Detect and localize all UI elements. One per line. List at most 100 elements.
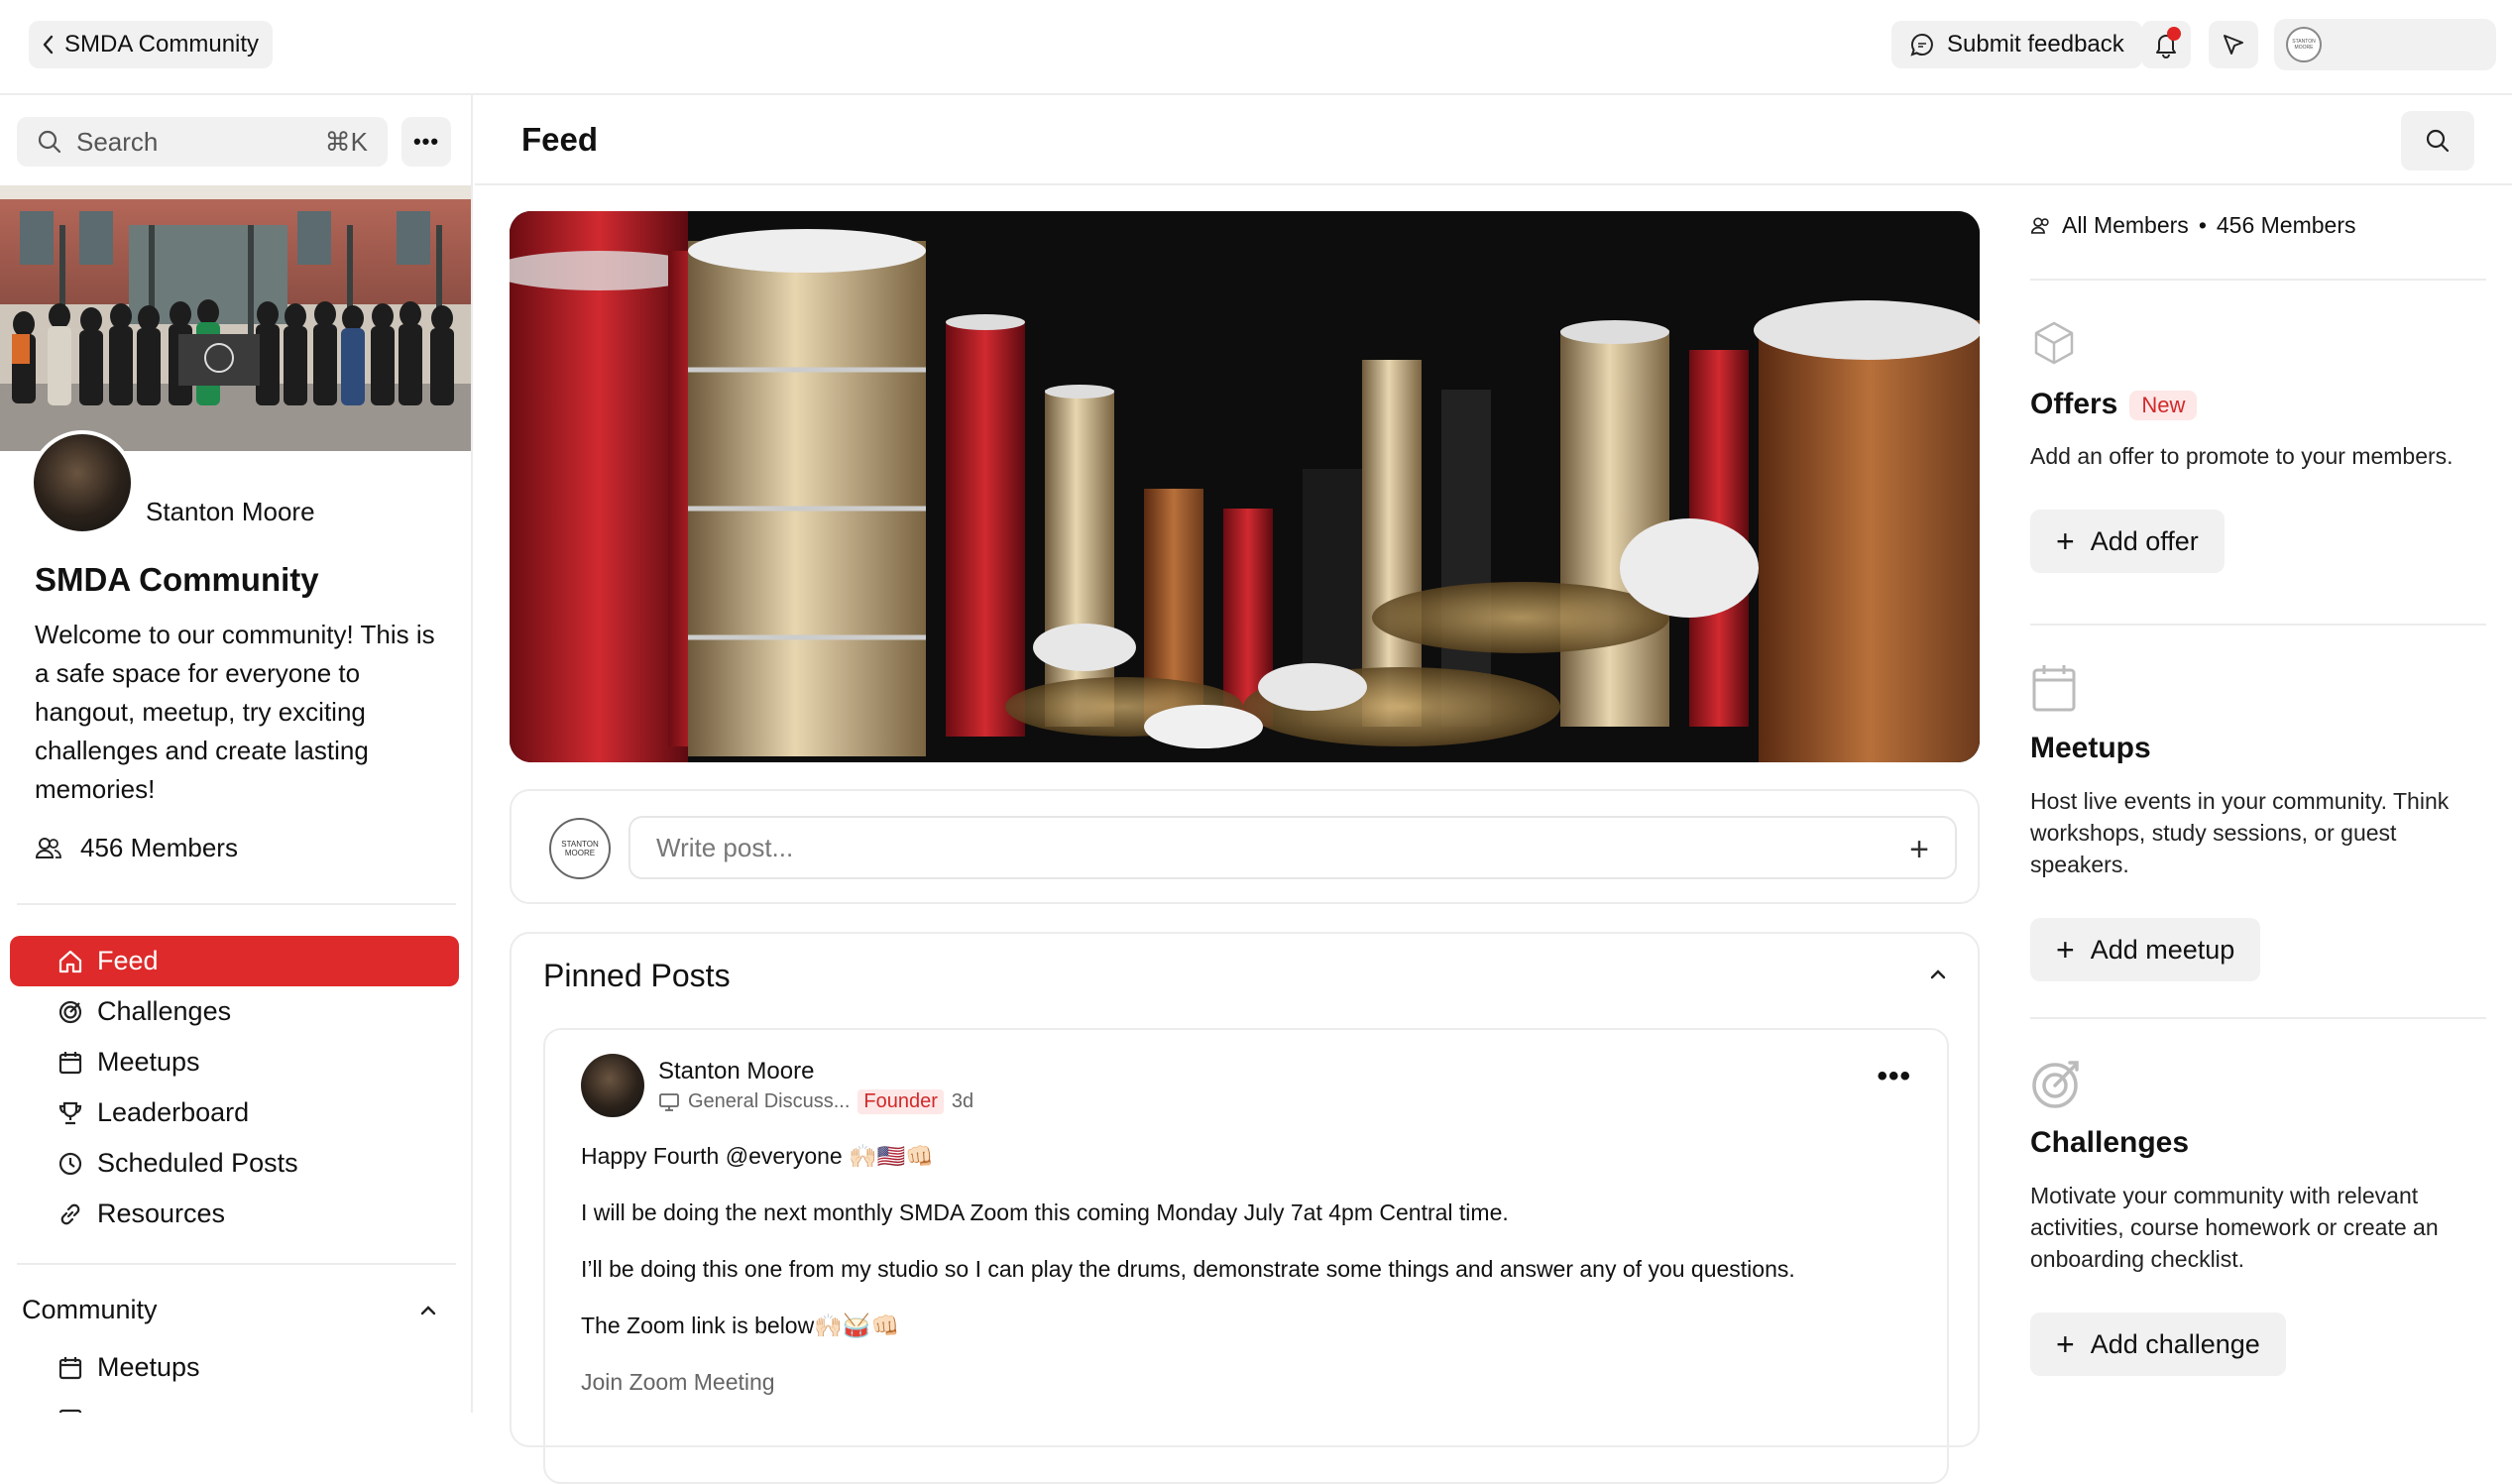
members-count[interactable]: 456 Members xyxy=(35,833,238,863)
sidebar-item-label: Leaderboard xyxy=(97,1097,250,1127)
search-input[interactable]: Search ⌘K xyxy=(17,117,388,167)
challenges-title: Challenges xyxy=(2030,1126,2190,1159)
add-offer-button[interactable]: + Add offer xyxy=(2030,510,2225,573)
notifications-button[interactable] xyxy=(2141,21,2191,68)
offers-title: Offers New xyxy=(2030,388,2198,421)
sidebar-item-community-meetups[interactable]: Meetups xyxy=(10,1342,459,1393)
write-post-input[interactable]: Write post... + xyxy=(628,816,1957,879)
post-time: 3d xyxy=(951,1090,974,1112)
members-count-label: 456 Members xyxy=(2216,212,2356,238)
back-label: SMDA Community xyxy=(64,31,260,57)
add-meetup-button[interactable]: + Add meetup xyxy=(2030,918,2261,981)
sidebar-item-resources[interactable]: Resources xyxy=(10,1189,459,1239)
plus-icon: + xyxy=(2056,523,2075,559)
chevron-up-icon[interactable] xyxy=(1928,968,1948,981)
calendar-icon xyxy=(58,1409,82,1413)
user-menu-button[interactable]: STANTON MOORE xyxy=(2274,19,2496,70)
community-section-label: Community xyxy=(22,1295,158,1324)
separator-dot: • xyxy=(2198,212,2207,238)
chevron-left-icon xyxy=(43,35,54,55)
divider xyxy=(2030,279,2486,281)
page-title: Feed xyxy=(521,121,599,158)
owner-name: Stanton Moore xyxy=(146,497,315,526)
plus-icon: + xyxy=(2056,1326,2075,1362)
all-members-link[interactable]: All Members • 456 Members xyxy=(2030,212,2356,239)
plus-icon: + xyxy=(2056,932,2075,968)
community-section-toggle[interactable]: Community xyxy=(22,1295,438,1325)
trophy-icon xyxy=(58,1101,82,1125)
plus-icon[interactable]: + xyxy=(1909,831,1929,869)
more-options-button[interactable]: ••• xyxy=(401,117,451,167)
join-zoom-link[interactable]: Join Zoom Meeting xyxy=(581,1367,1919,1397)
search-shortcut: ⌘K xyxy=(324,126,368,157)
search-icon xyxy=(2426,129,2450,153)
users-icon xyxy=(2030,216,2049,234)
sidebar-item-partial[interactable] xyxy=(10,1393,459,1413)
sidebar-item-meetups[interactable]: Meetups xyxy=(10,1037,459,1087)
sidebar-item-label: Challenges xyxy=(97,996,232,1026)
target-icon xyxy=(58,1000,82,1024)
pinned-post[interactable]: Stanton Moore General Discuss... Founder… xyxy=(543,1028,1949,1484)
feed-search-button[interactable] xyxy=(2401,111,2474,171)
monitor-icon xyxy=(659,1092,679,1111)
sidebar-item-label: Resources xyxy=(97,1199,226,1228)
post-body: Happy Fourth @everyone 🙌🏻🇺🇸👊🏻 I will be … xyxy=(581,1141,1919,1424)
author-avatar[interactable] xyxy=(581,1054,644,1117)
feedback-label: Submit feedback xyxy=(1947,31,2124,57)
sidebar-item-feed[interactable]: Feed xyxy=(10,936,459,986)
write-post-placeholder: Write post... xyxy=(656,832,794,862)
offers-title-text: Offers xyxy=(2030,388,2118,420)
add-challenge-label: Add challenge xyxy=(2090,1328,2260,1359)
main-header xyxy=(475,95,2512,185)
community-title: SMDA Community xyxy=(35,561,319,598)
divider xyxy=(17,1263,456,1265)
pinned-posts-title: Pinned Posts xyxy=(543,958,731,993)
post-line: I will be doing the next monthly SMDA Zo… xyxy=(581,1199,1509,1225)
meetups-title: Meetups xyxy=(2030,732,2151,764)
post-line: Happy Fourth @everyone 🙌🏻🇺🇸👊🏻 xyxy=(581,1143,935,1169)
members-label: 456 Members xyxy=(80,833,238,862)
sidebar-item-label: Meetups xyxy=(97,1047,200,1077)
box-icon xyxy=(2034,321,2074,365)
community-cover-image xyxy=(0,185,471,451)
divider xyxy=(2030,624,2486,626)
search-placeholder: Search xyxy=(76,126,159,157)
calendar-icon xyxy=(58,1357,82,1380)
ellipsis-icon: ••• xyxy=(412,129,440,154)
clock-icon xyxy=(58,1152,82,1176)
calendar-icon xyxy=(2032,665,2076,712)
message-icon xyxy=(1910,33,1933,57)
add-challenge-button[interactable]: + Add challenge xyxy=(2030,1313,2286,1376)
pointer-tool-button[interactable] xyxy=(2209,21,2258,68)
post-composer: STANTON MOORE Write post... + xyxy=(510,789,1980,904)
new-badge: New xyxy=(2129,391,2198,421)
submit-feedback-button[interactable]: Submit feedback xyxy=(1891,21,2142,68)
meetups-description: Host live events in your community. Thin… xyxy=(2030,788,2450,877)
post-author[interactable]: Stanton Moore xyxy=(658,1058,814,1085)
community-description: Welcome to our community! This is a safe… xyxy=(35,620,435,804)
sidebar-item-leaderboard[interactable]: Leaderboard xyxy=(10,1087,459,1138)
users-icon xyxy=(35,837,61,858)
divider xyxy=(17,903,456,905)
back-to-community-button[interactable]: SMDA Community xyxy=(29,21,274,68)
sidebar-nav: Feed Challenges Meetups Leaderboard Sche… xyxy=(10,936,459,1239)
post-meta: General Discuss... Founder 3d xyxy=(658,1089,973,1114)
challenges-description: Motivate your community with relevant ac… xyxy=(2030,1183,2439,1272)
top-bar: SMDA Community Submit feedback STANTON M… xyxy=(0,0,2512,95)
post-options-button[interactable]: ••• xyxy=(1877,1062,1911,1091)
divider xyxy=(2030,1017,2486,1019)
sidebar-item-scheduled-posts[interactable]: Scheduled Posts xyxy=(10,1138,459,1189)
sidebar: Search ⌘K ••• Stanton Moore SMDA Communi… xyxy=(0,95,473,1413)
post-channel[interactable]: General Discuss... xyxy=(688,1090,850,1113)
pinned-posts-section: Pinned Posts Stanton Moore General Discu… xyxy=(510,932,1980,1484)
home-icon xyxy=(58,950,82,973)
sidebar-item-label: Feed xyxy=(97,946,159,975)
avatar: STANTON MOORE xyxy=(549,818,611,879)
sidebar-item-challenges[interactable]: Challenges xyxy=(10,986,459,1037)
ellipsis-icon: ••• xyxy=(1877,1060,1911,1092)
avatar-logo-text: STANTON MOORE xyxy=(2292,39,2316,51)
chevron-up-icon xyxy=(420,1305,436,1314)
owner-avatar[interactable] xyxy=(30,430,135,535)
offers-description: Add an offer to promote to your members. xyxy=(2030,443,2454,469)
community-banner-image xyxy=(510,211,1980,762)
